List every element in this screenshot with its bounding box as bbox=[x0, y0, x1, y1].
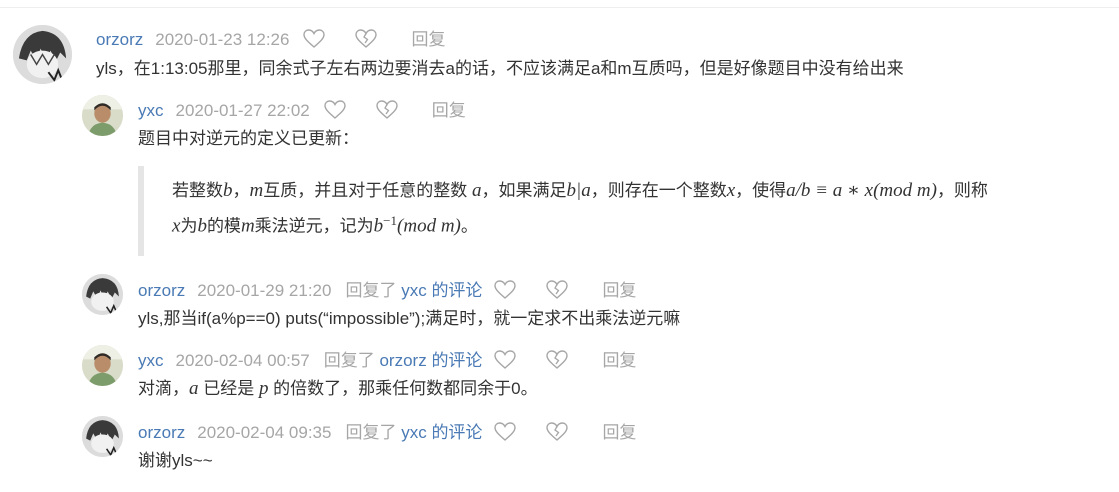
like-heart-icon[interactable] bbox=[324, 100, 346, 120]
avatar-photo-image bbox=[82, 95, 123, 136]
avatar-photo-image bbox=[82, 345, 123, 386]
reply-button[interactable]: 回复 bbox=[411, 30, 445, 49]
comment-meta: yxc 2020-01-27 22:02 回复 bbox=[138, 100, 466, 122]
like-heart-icon[interactable] bbox=[303, 29, 326, 49]
avatar[interactable] bbox=[82, 95, 123, 136]
comment-text: yls,那当if(a%p==0) puts(“impossible”);满足时，… bbox=[138, 309, 681, 328]
broken-heart-icon[interactable] bbox=[355, 29, 378, 49]
like-heart-icon[interactable] bbox=[494, 280, 517, 300]
broken-heart-icon[interactable] bbox=[376, 100, 398, 120]
reply-to-link[interactable]: 回复了 yxc 的评论 bbox=[345, 423, 494, 442]
reply-button[interactable]: 回复 bbox=[602, 423, 636, 442]
comment-text: 谢谢yls~~ bbox=[138, 451, 213, 470]
comment-time: 2020-02-04 00:57 bbox=[175, 351, 310, 370]
comment-author[interactable]: yxc bbox=[138, 351, 164, 370]
comment-meta: orzorz 2020-01-23 12:26 回复 bbox=[96, 29, 445, 51]
avatar[interactable] bbox=[13, 25, 72, 84]
reply-to-link[interactable]: 回复了 yxc 的评论 bbox=[345, 281, 494, 300]
blockquote: 若整数b，m互质，并且对于任意的整数 a，如果满足b|a，则存在一个整数x，使得… bbox=[138, 166, 1092, 256]
comment-author[interactable]: orzorz bbox=[138, 423, 185, 442]
comment-meta: orzorz 2020-02-04 09:35 回复了 yxc 的评论 回复 bbox=[138, 422, 636, 444]
broken-heart-icon[interactable] bbox=[546, 422, 569, 442]
reply-button[interactable]: 回复 bbox=[602, 281, 636, 300]
avatar[interactable] bbox=[82, 345, 123, 386]
reply-button[interactable]: 回复 bbox=[602, 351, 636, 370]
avatar-anime-image bbox=[82, 416, 123, 457]
comment-author[interactable]: orzorz bbox=[138, 281, 185, 300]
avatar-anime-image bbox=[13, 25, 72, 84]
broken-heart-icon[interactable] bbox=[546, 280, 569, 300]
reply-to-link[interactable]: 回复了 orzorz 的评论 bbox=[324, 351, 495, 370]
reply-button[interactable]: 回复 bbox=[432, 101, 466, 120]
quote-line: 若整数b，m互质，并且对于任意的整数 a，如果满足b|a，则存在一个整数x，使得… bbox=[172, 180, 988, 201]
broken-heart-icon[interactable] bbox=[546, 350, 569, 370]
avatar[interactable] bbox=[82, 416, 123, 457]
quote-line: x为b的模m乘法逆元，记为b−1(mod m)。 bbox=[172, 213, 478, 237]
comment-text: yls，在1:13:05那里，同余式子左右两边要消去a的话，不应该满足a和m互质… bbox=[96, 59, 904, 78]
comment-time: 2020-01-29 21:20 bbox=[197, 281, 332, 300]
avatar-anime-image bbox=[82, 274, 123, 315]
comment-author[interactable]: yxc bbox=[138, 101, 164, 120]
top-divider bbox=[0, 7, 1119, 8]
comment-time: 2020-02-04 09:35 bbox=[197, 423, 332, 442]
comment-time: 2020-01-23 12:26 bbox=[155, 30, 290, 49]
comment-author[interactable]: orzorz bbox=[96, 30, 143, 49]
avatar[interactable] bbox=[82, 274, 123, 315]
like-heart-icon[interactable] bbox=[494, 422, 517, 442]
comment-text: 题目中对逆元的定义已更新： bbox=[138, 129, 359, 148]
comment-text: 对滴，a 已经是 p 的倍数了，那乘任何数都同余于0。 bbox=[138, 378, 538, 399]
comment-meta: yxc 2020-02-04 00:57 回复了 orzorz 的评论 回复 bbox=[138, 350, 636, 372]
like-heart-icon[interactable] bbox=[494, 350, 517, 370]
comment-time: 2020-01-27 22:02 bbox=[175, 101, 310, 120]
comment-meta: orzorz 2020-01-29 21:20 回复了 yxc 的评论 回复 bbox=[138, 280, 636, 302]
